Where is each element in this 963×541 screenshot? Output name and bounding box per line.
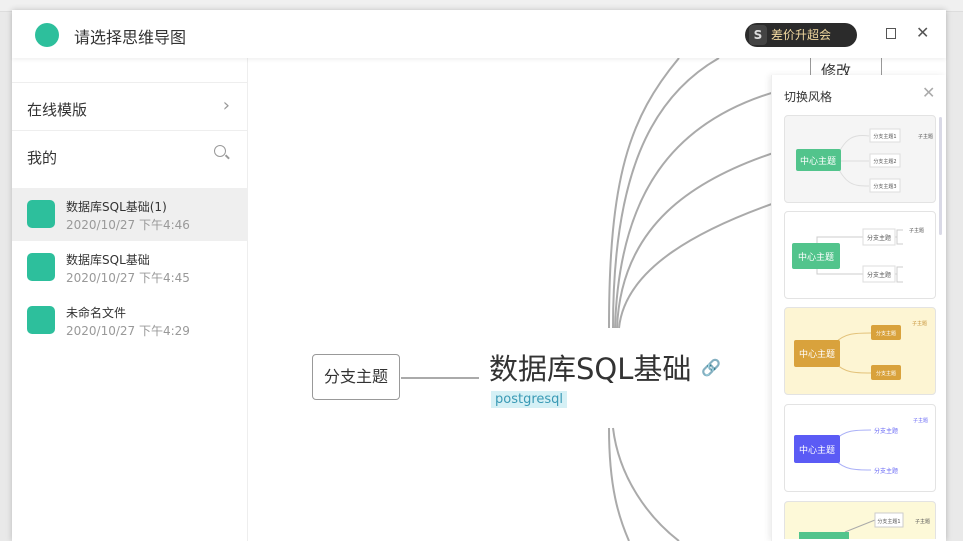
file-item[interactable]: 未命名文件 2020/10/27 下午4:29 [12, 294, 248, 347]
thumb-sub: 子主题 [915, 518, 930, 525]
mindmap-logo-icon [35, 23, 59, 47]
select-mindmap-dialog: 请选择思维导图 S 差价升超会 ✕ 在线模版 › 我的 数据库SQL基础(1) 202… [12, 10, 946, 541]
thumb-branch: 分支主题 [874, 467, 898, 475]
file-date: 2020/10/27 下午4:46 [66, 218, 190, 232]
style-thumb-5[interactable]: 分支主题1 子主题 [784, 501, 936, 539]
dialog-header: 请选择思维导图 S 差价升超会 ✕ [12, 10, 946, 58]
central-topic[interactable]: 数据库SQL基础 [489, 346, 691, 388]
thumb-branch: 分支主题 [876, 330, 896, 337]
vip-label: 差价升超会 [771, 28, 832, 42]
close-panel-icon[interactable]: ✕ [922, 83, 935, 102]
thumb-branch: 分支主题1 [877, 518, 900, 525]
thumb-branch: 分支主题 [867, 234, 891, 242]
topic-tag[interactable]: postgresql [491, 391, 568, 408]
vip-badge-icon: S [749, 25, 767, 45]
thumb-center: 中心主题 [798, 251, 834, 263]
sidebar-item-online-templates[interactable]: 在线模版 › [12, 82, 248, 130]
scrollbar[interactable] [939, 117, 942, 235]
style-thumb-4[interactable]: 中心主题 分支主题 分支主题 子主题 [784, 404, 936, 492]
thumb-center: 中心主题 [799, 348, 835, 360]
branch-node[interactable]: 分支主题 [312, 354, 400, 400]
thumb-branch: 分支主题1 [873, 133, 896, 140]
file-date: 2020/10/27 下午4:45 [66, 271, 190, 285]
style-thumb-2[interactable]: 中心主题 分支主题 分支主题 子主题 [784, 211, 936, 299]
file-name: 数据库SQL基础(1) [66, 200, 167, 214]
mindmap-file-icon [27, 306, 55, 334]
thumb-branch: 分支主题3 [873, 183, 896, 190]
online-templates-label: 在线模版 [27, 101, 88, 119]
panel-title: 切换风格 [784, 90, 833, 104]
chevron-right-icon: › [222, 95, 230, 116]
file-item[interactable]: 数据库SQL基础(1) 2020/10/27 下午4:46 [12, 188, 248, 241]
style-panel: 切换风格 ✕ 中心主题 分支主题1 分支主题2 分支主题3 子主题 中心主题 分… [771, 75, 946, 541]
file-item[interactable]: 数据库SQL基础 2020/10/27 下午4:45 [12, 241, 248, 294]
sidebar-item-mine[interactable]: 我的 [12, 130, 248, 178]
thumb-sub: 子主题 [913, 417, 928, 424]
upgrade-vip-button[interactable]: S 差价升超会 [745, 23, 857, 47]
mindmap-file-icon [27, 253, 55, 281]
style-thumb-1[interactable]: 中心主题 分支主题1 分支主题2 分支主题3 子主题 [784, 115, 936, 203]
thumb-branch: 分支主题2 [873, 158, 896, 165]
thumb-sub: 子主题 [909, 227, 924, 234]
file-name: 未命名文件 [66, 306, 127, 320]
thumb-branch: 分支主题 [874, 427, 898, 435]
thumb-center: 中心主题 [799, 444, 835, 456]
mindmap-file-icon [27, 200, 55, 228]
style-thumb-3[interactable]: 中心主题 分支主题 分支主题 子主题 [784, 307, 936, 395]
thumb-branch: 分支主题 [876, 370, 896, 377]
close-icon[interactable]: ✕ [916, 23, 929, 42]
mine-label: 我的 [27, 149, 58, 167]
search-icon[interactable] [214, 145, 226, 157]
thumb-center: 中心主题 [800, 155, 836, 167]
link-icon[interactable]: 🔗 [701, 358, 721, 377]
file-name: 数据库SQL基础 [66, 253, 150, 267]
thumb-sub: 子主题 [918, 133, 933, 140]
sidebar: 在线模版 › 我的 数据库SQL基础(1) 2020/10/27 下午4:46 数据… [12, 58, 248, 541]
dialog-title: 请选择思维导图 [74, 28, 187, 47]
maximize-button[interactable] [886, 28, 896, 39]
thumb-sub: 子主题 [912, 320, 927, 327]
file-date: 2020/10/27 下午4:29 [66, 324, 190, 338]
thumb-branch: 分支主题 [867, 271, 891, 279]
